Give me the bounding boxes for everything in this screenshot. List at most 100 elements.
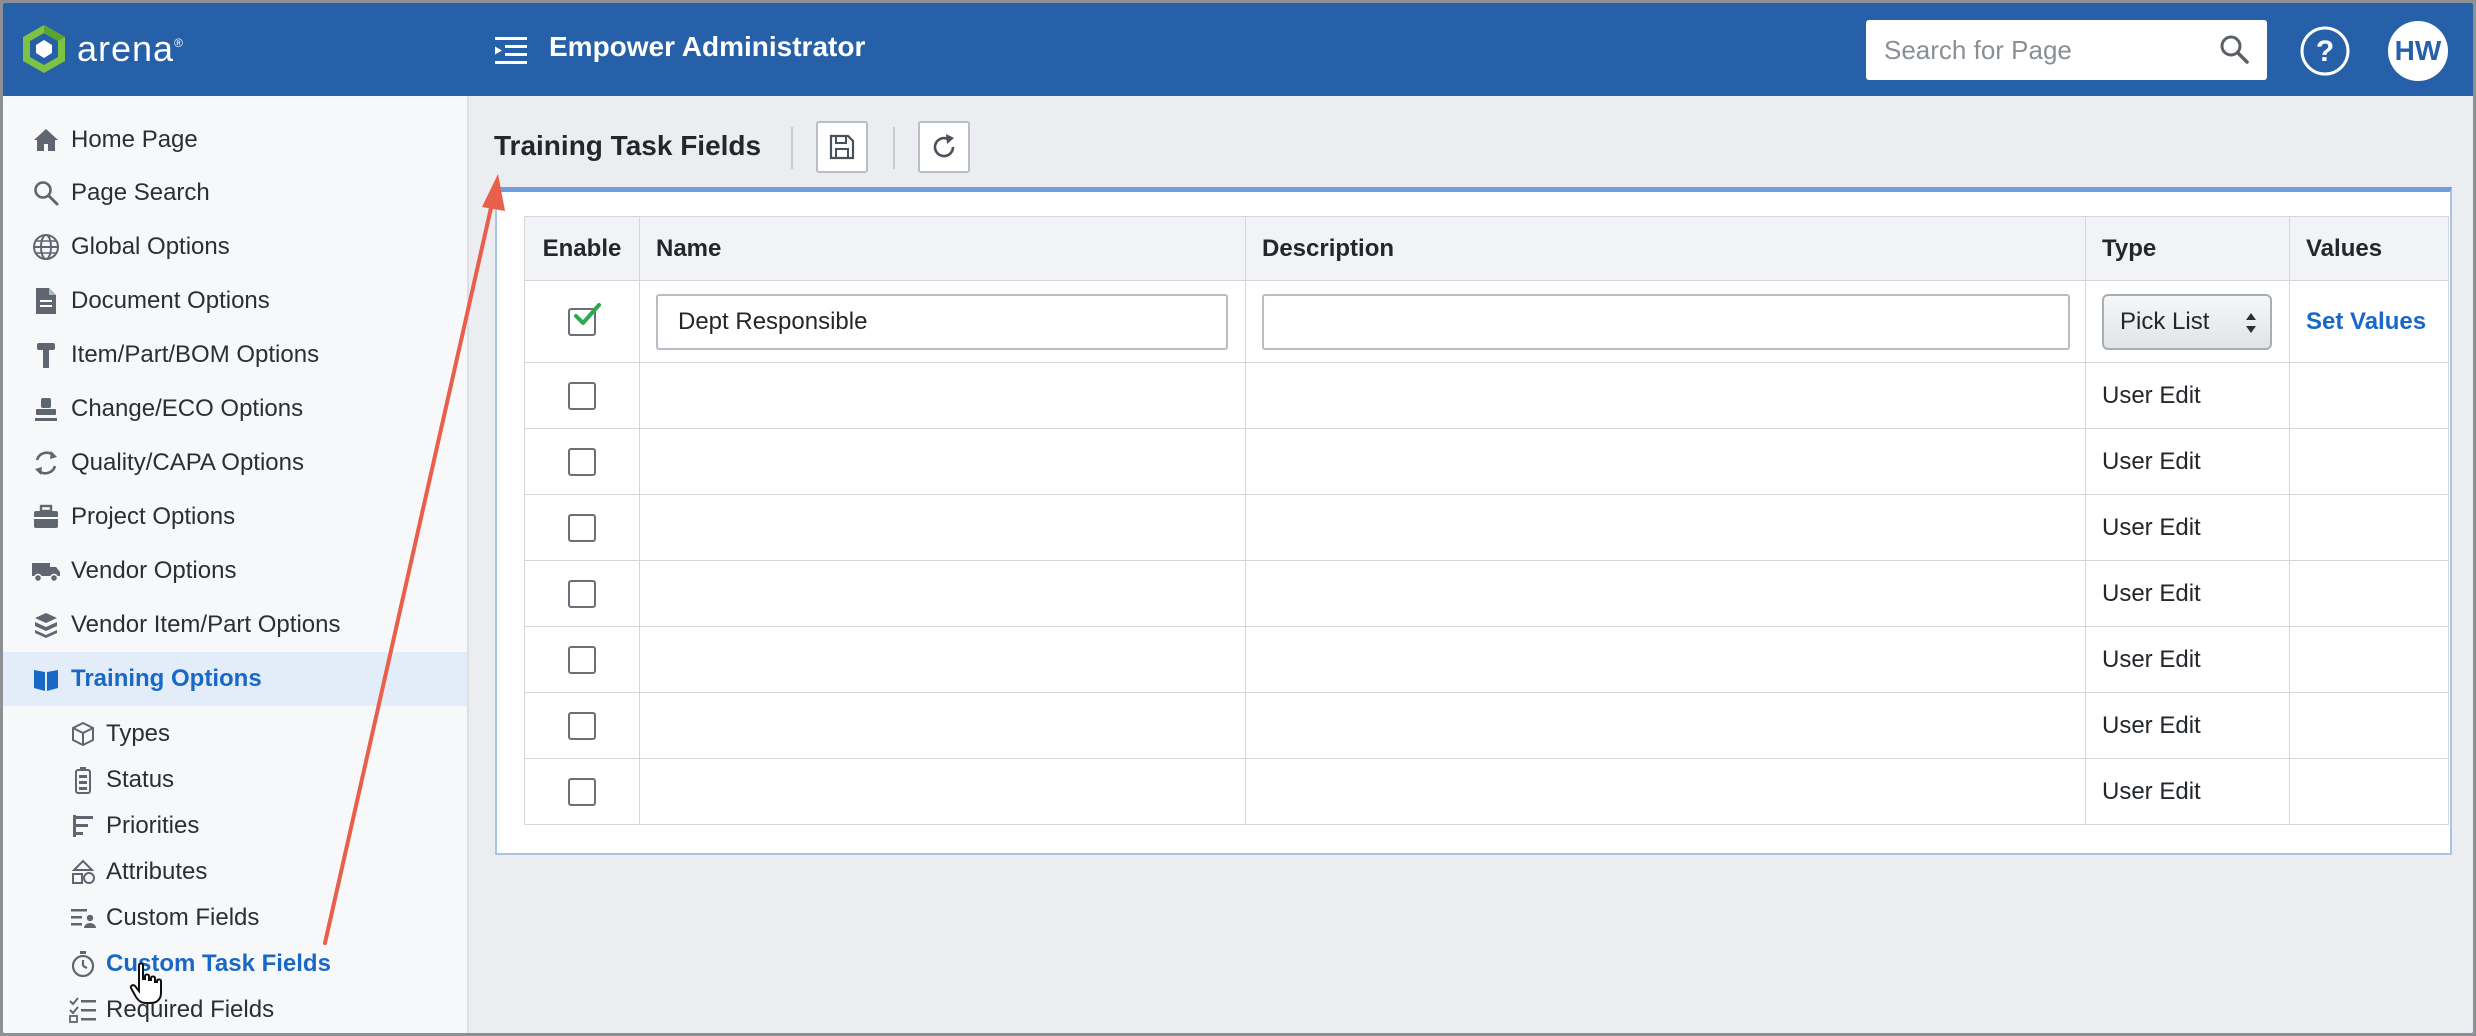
select-arrows-icon <box>2246 312 2256 333</box>
enable-cell <box>524 428 640 495</box>
enable-cell <box>524 362 640 429</box>
search-icon <box>31 178 61 208</box>
column-header-type: Type <box>2085 216 2290 281</box>
enable-checkbox[interactable] <box>568 513 596 542</box>
type-cell: User Edit <box>2085 626 2290 693</box>
values-cell <box>2289 560 2449 627</box>
sidebar-item-change-eco-options[interactable]: Change/ECO Options <box>3 382 467 436</box>
column-header-enable: Enable <box>524 216 640 281</box>
enable-checkbox[interactable] <box>568 381 596 410</box>
enable-checkbox[interactable] <box>568 645 596 674</box>
enable-checkbox[interactable] <box>568 447 596 476</box>
type-select[interactable]: Pick List <box>2102 293 2272 350</box>
sidebar-item-vendor-options[interactable]: Vendor Options <box>3 544 467 598</box>
name-cell <box>639 758 1246 825</box>
help-icon[interactable]: ? <box>2299 25 2351 77</box>
page-search-input[interactable] <box>1866 22 2196 78</box>
search-icon[interactable] <box>2219 34 2249 64</box>
briefcase-icon <box>31 502 61 532</box>
sidebar-item-document-options[interactable]: Document Options <box>3 274 467 328</box>
values-cell <box>2289 428 2449 495</box>
save-button[interactable] <box>816 121 868 173</box>
enable-checkbox[interactable] <box>568 579 596 608</box>
refresh-button[interactable] <box>918 121 970 173</box>
checklist-icon <box>69 996 97 1024</box>
column-header-description: Description <box>1245 216 2086 281</box>
shapes-icon <box>69 858 97 886</box>
sidebar-subitem-required-fields[interactable]: Required Fields <box>3 987 467 1033</box>
table-header-row: Enable Name Description Type Values <box>524 216 2449 281</box>
task-fields-table: Enable Name Description Type Values Dept… <box>524 216 2449 825</box>
table-row: User Edit <box>524 494 2449 561</box>
sidebar-item-training-options[interactable]: Training Options <box>3 652 467 706</box>
toolbar-divider <box>791 127 793 169</box>
sidebar-item-global-options[interactable]: Global Options <box>3 220 467 274</box>
values-cell <box>2289 758 2449 825</box>
table-row: User Edit <box>524 626 2449 693</box>
description-cell <box>1245 626 2086 693</box>
name-cell <box>639 428 1246 495</box>
sidebar-subitem-custom-fields[interactable]: Custom Fields <box>3 895 467 941</box>
user-avatar[interactable]: HW <box>2388 21 2448 81</box>
name-cell <box>639 560 1246 627</box>
svg-text:?: ? <box>2316 35 2334 68</box>
values-cell <box>2289 494 2449 561</box>
table-row: User Edit <box>524 362 2449 429</box>
name-cell <box>639 692 1246 759</box>
enable-cell <box>524 560 640 627</box>
sidebar-item-page-search[interactable]: Page Search <box>3 166 467 220</box>
sidebar-subitem-priorities[interactable]: Priorities <box>3 803 467 849</box>
truck-icon <box>31 556 61 586</box>
sidebar-subitem-custom-task-fields[interactable]: Custom Task Fields <box>3 941 467 987</box>
document-icon <box>31 286 61 316</box>
cube-icon <box>69 720 97 748</box>
enable-checkbox[interactable] <box>568 711 596 740</box>
type-cell: Pick List <box>2085 280 2290 363</box>
save-icon <box>829 134 855 160</box>
home-icon <box>31 125 61 155</box>
app-title: Empower Administrator <box>549 31 866 62</box>
sidebar-item-project-options[interactable]: Project Options <box>3 490 467 544</box>
sidebar: Home Page Page Search Global Options Doc… <box>3 96 469 1033</box>
stamp-icon <box>31 394 61 424</box>
name-input[interactable] <box>656 293 1228 350</box>
type-cell: User Edit <box>2085 758 2290 825</box>
book-icon <box>31 664 61 694</box>
values-cell <box>2289 362 2449 429</box>
priority-icon <box>69 812 97 840</box>
enable-checkbox[interactable] <box>568 777 596 806</box>
description-cell <box>1245 280 2086 363</box>
description-cell <box>1245 692 2086 759</box>
type-cell: User Edit <box>2085 692 2290 759</box>
set-values-link[interactable]: Set Values <box>2306 308 2426 335</box>
sidebar-item-item-part-bom-options[interactable]: Item/Part/BOM Options <box>3 328 467 382</box>
sidebar-subitem-status[interactable]: Status <box>3 757 467 803</box>
sidebar-item-quality-capa-options[interactable]: Quality/CAPA Options <box>3 436 467 490</box>
app-window: arena® Empower Administrator ? HW <box>3 3 2473 1033</box>
values-cell <box>2289 626 2449 693</box>
battery-icon <box>69 766 97 794</box>
enable-cell <box>524 758 640 825</box>
name-cell <box>639 362 1246 429</box>
arena-logo-text: arena® <box>77 28 184 69</box>
enable-checkbox[interactable] <box>568 302 601 336</box>
type-cell: User Edit <box>2085 428 2290 495</box>
menu-collapse-icon[interactable] <box>493 33 529 67</box>
description-input[interactable] <box>1262 293 2070 350</box>
name-cell <box>639 626 1246 693</box>
type-cell: User Edit <box>2085 494 2290 561</box>
sidebar-item-vendor-item-part-options[interactable]: Vendor Item/Part Options <box>3 598 467 652</box>
table-row: Pick List Set Values <box>524 280 2449 363</box>
arena-logo-mark-icon <box>23 25 65 73</box>
sidebar-subitem-attributes[interactable]: Attributes <box>3 849 467 895</box>
task-fields-panel: Enable Name Description Type Values Dept… <box>495 187 2452 855</box>
description-cell <box>1245 494 2086 561</box>
sidebar-subitem-types[interactable]: Types <box>3 711 467 757</box>
arena-logo[interactable]: arena® <box>21 23 184 75</box>
type-cell: User Edit <box>2085 560 2290 627</box>
sidebar-item-home-page[interactable]: Home Page <box>3 113 467 167</box>
name-cell <box>639 494 1246 561</box>
column-header-values: Values <box>2289 216 2449 281</box>
enable-cell <box>524 494 640 561</box>
cycle-icon <box>31 448 61 478</box>
